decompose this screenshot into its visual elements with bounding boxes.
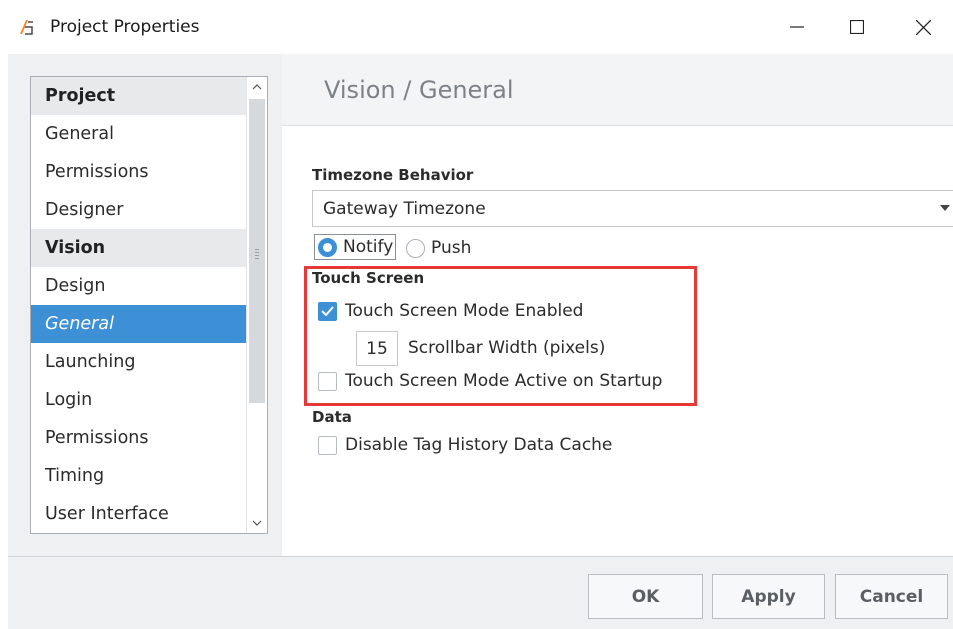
chevron-down-icon bbox=[940, 205, 950, 211]
data-section-label: Data bbox=[312, 408, 352, 426]
ok-button[interactable]: OK bbox=[588, 574, 703, 619]
minimize-icon bbox=[790, 26, 804, 28]
sidebar-item-general[interactable]: General bbox=[31, 115, 246, 153]
minimize-button[interactable] bbox=[774, 8, 820, 46]
dialog-body: Project General Permissions Designer Vision D… bbox=[8, 54, 953, 629]
navigation-items: Project General Permissions Designer Vision D… bbox=[31, 77, 246, 533]
nav-scrollbar[interactable] bbox=[246, 77, 267, 533]
section-header: Vision / General bbox=[282, 54, 953, 126]
navigation-pane: Project General Permissions Designer Vision D… bbox=[8, 54, 282, 556]
sidebar-item-login[interactable]: Login bbox=[31, 381, 246, 419]
sidebar-item-permissions[interactable]: Permissions bbox=[31, 153, 246, 191]
ignition-app-icon bbox=[20, 20, 33, 35]
sidebar-item-timing[interactable]: Timing bbox=[31, 457, 246, 495]
timezone-dropdown[interactable]: Gateway Timezone bbox=[312, 190, 953, 227]
dialog-footer: OK Apply Cancel bbox=[8, 557, 953, 629]
close-icon bbox=[915, 19, 931, 35]
maximize-icon bbox=[850, 20, 864, 34]
sidebar-header-project: Project bbox=[31, 77, 246, 115]
window-title: Project Properties bbox=[50, 17, 200, 37]
close-button[interactable] bbox=[900, 8, 946, 46]
sidebar-item-design[interactable]: Design bbox=[31, 267, 246, 305]
settings-pane: Vision / General Timezone Behavior Gatew… bbox=[282, 54, 953, 556]
apply-button[interactable]: Apply bbox=[712, 574, 825, 619]
radio-unselected-icon bbox=[406, 238, 425, 258]
sidebar-header-vision: Vision bbox=[31, 229, 246, 267]
sidebar-item-user-interface[interactable]: User Interface bbox=[31, 495, 246, 533]
timezone-selected-value: Gateway Timezone bbox=[323, 199, 486, 219]
disable-cache-label: Disable Tag History Data Cache bbox=[345, 435, 613, 455]
radio-push-label: Push bbox=[431, 238, 472, 258]
sidebar-item-permissions[interactable]: Permissions bbox=[31, 419, 246, 457]
navigation-list: Project General Permissions Designer Vision D… bbox=[30, 76, 268, 534]
radio-notify-label: Notify bbox=[343, 237, 394, 257]
scroll-thumb[interactable] bbox=[249, 99, 265, 403]
scroll-up-icon[interactable] bbox=[249, 79, 265, 95]
sidebar-item-general[interactable]: General bbox=[31, 305, 246, 343]
radio-notify[interactable]: Notify bbox=[314, 234, 397, 260]
maximize-button[interactable] bbox=[834, 8, 880, 46]
sidebar-item-designer[interactable]: Designer bbox=[31, 191, 246, 229]
checkbox-unchecked-icon bbox=[318, 435, 337, 455]
timezone-label: Timezone Behavior bbox=[312, 166, 474, 184]
radio-selected-icon bbox=[318, 237, 337, 257]
scroll-down-icon[interactable] bbox=[249, 515, 265, 531]
cancel-button[interactable]: Cancel bbox=[835, 574, 948, 619]
radio-push[interactable]: Push bbox=[406, 238, 471, 258]
title-bar: Project Properties bbox=[0, 0, 953, 54]
page-title: Vision / General bbox=[324, 76, 514, 104]
disable-cache-checkbox[interactable]: Disable Tag History Data Cache bbox=[318, 435, 612, 455]
highlight-annotation bbox=[304, 266, 697, 406]
sidebar-item-launching[interactable]: Launching bbox=[31, 343, 246, 381]
